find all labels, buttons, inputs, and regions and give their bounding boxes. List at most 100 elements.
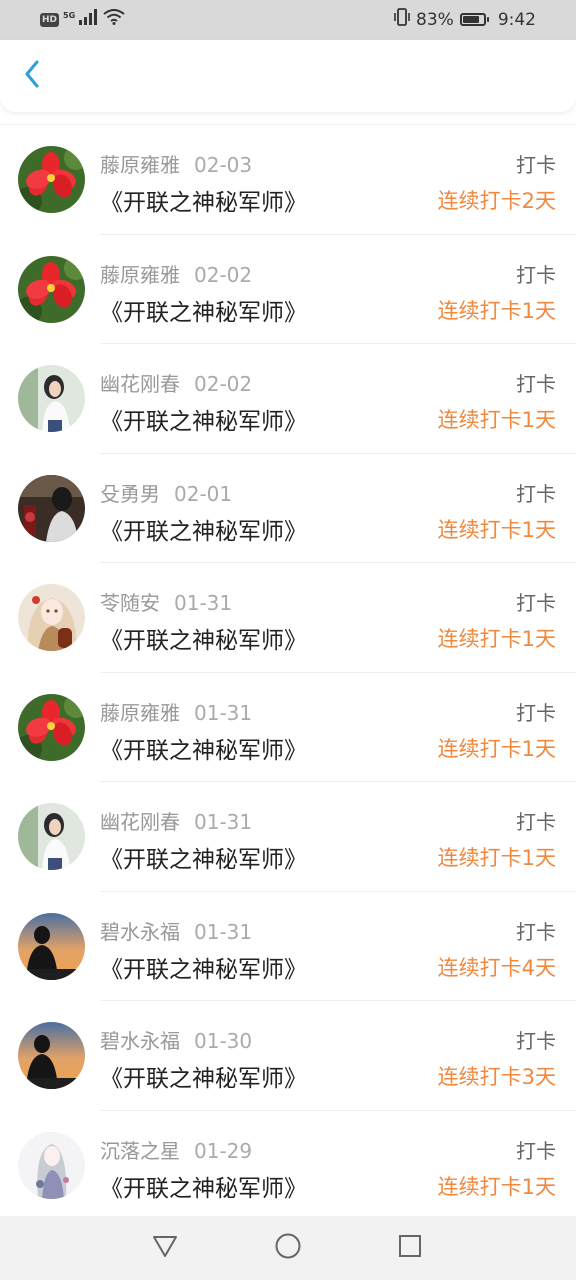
chevron-left-icon	[23, 59, 41, 93]
streak-label: 连续打卡3天	[437, 1065, 556, 1089]
avatar[interactable]	[18, 1022, 85, 1089]
battery-fill	[462, 16, 480, 23]
post-date: 02-01	[174, 481, 233, 506]
streak-label: 连续打卡2天	[437, 189, 556, 213]
streak-label: 连续打卡1天	[437, 736, 556, 761]
list-item[interactable]: 苓随安 01-31 《开联之神秘军师》 打卡连续打卡1天	[0, 563, 576, 673]
clock-time: 9:42	[497, 9, 536, 30]
streak-label: 连续打卡4天	[437, 955, 556, 980]
list-item[interactable]: 幽花刚春 01-31 《开联之神秘军师》 打卡连续打卡1天	[0, 782, 576, 892]
post-date: 02-03	[194, 153, 253, 177]
app-header	[0, 40, 576, 112]
user-name[interactable]: 碧水永福	[100, 920, 180, 944]
checkin-label: 打卡	[516, 1029, 556, 1053]
user-name-line: 藤原雍雅 01-31	[100, 697, 252, 726]
avatar[interactable]	[18, 803, 85, 870]
status-right: 83% 9:42	[394, 8, 536, 31]
post-date: 01-31	[194, 700, 253, 725]
avatar[interactable]	[18, 365, 85, 432]
post-date: 01-29	[194, 1138, 253, 1163]
list-item[interactable]: 碧水永福 01-30 《开联之神秘军师》 打卡连续打卡3天	[0, 1001, 576, 1111]
user-name[interactable]: 沉落之星	[100, 1139, 180, 1163]
book-title[interactable]: 《开联之神秘军师》	[100, 840, 307, 874]
user-name-line: 沉落之星 01-29	[100, 1135, 252, 1164]
avatar[interactable]	[18, 255, 85, 323]
post-date: 02-02	[194, 372, 253, 396]
user-name-line: 藤原雍雅 02-02	[100, 259, 252, 288]
avatar[interactable]	[18, 1131, 85, 1199]
user-name-line: 幽花刚春 01-31	[100, 806, 252, 835]
list-item[interactable]: 幽花刚春 02-02 《开联之神秘军师》 打卡连续打卡1天	[0, 344, 576, 454]
user-name[interactable]: 藤原雍雅	[100, 153, 180, 177]
streak-label: 连续打卡1天	[437, 1174, 556, 1199]
checkin-label: 打卡	[516, 262, 556, 287]
back-button[interactable]	[16, 60, 48, 92]
user-name[interactable]: 苓随安	[100, 591, 160, 615]
post-date: 02-02	[194, 262, 253, 287]
nav-home-button[interactable]	[273, 1233, 303, 1263]
system-nav-bar	[0, 1216, 576, 1280]
user-name[interactable]: 幽花刚春	[100, 372, 180, 396]
square-recents-icon	[397, 1233, 423, 1263]
nav-recents-button[interactable]	[395, 1233, 425, 1263]
avatar[interactable]	[18, 584, 85, 651]
streak-label: 连续打卡1天	[437, 408, 556, 432]
streak-label: 连续打卡1天	[437, 298, 556, 323]
list-item[interactable]: 殳勇男 02-01 《开联之神秘军师》 打卡连续打卡1天	[0, 454, 576, 564]
network-type: 5G	[63, 11, 76, 20]
book-title[interactable]: 《开联之神秘军师》	[100, 1169, 307, 1203]
post-date: 01-31	[194, 810, 253, 834]
book-title[interactable]: 《开联之神秘军师》	[100, 950, 307, 984]
user-name[interactable]: 殳勇男	[100, 482, 160, 506]
user-name-line: 碧水永福 01-30	[100, 1025, 252, 1054]
status-left: HD 5G	[40, 9, 125, 30]
book-title[interactable]: 《开联之神秘军师》	[100, 183, 307, 217]
nav-back-button[interactable]	[150, 1233, 180, 1263]
streak-label: 连续打卡1天	[437, 846, 556, 870]
user-name-line: 苓随安 01-31	[100, 587, 232, 616]
user-name[interactable]: 藤原雍雅	[100, 263, 180, 287]
user-name-line: 藤原雍雅 02-03	[100, 149, 252, 178]
checkin-label: 打卡	[516, 1138, 556, 1163]
book-title[interactable]: 《开联之神秘军师》	[100, 512, 307, 546]
list-item[interactable]: 碧水永福 01-31 《开联之神秘军师》 打卡连续打卡4天	[0, 892, 576, 1002]
post-date: 01-31	[194, 919, 253, 944]
post-date: 01-31	[174, 591, 233, 615]
signal-icon	[79, 9, 99, 30]
battery-percent: 83%	[416, 9, 454, 30]
triangle-back-icon	[151, 1233, 179, 1263]
user-name[interactable]: 藤原雍雅	[100, 701, 180, 725]
battery-icon	[459, 13, 489, 26]
checkin-label: 打卡	[516, 700, 556, 725]
wifi-icon	[103, 9, 125, 30]
book-title[interactable]: 《开联之神秘军师》	[100, 293, 307, 327]
vibrate-icon	[394, 8, 410, 31]
book-title[interactable]: 《开联之神秘军师》	[100, 731, 307, 765]
streak-label: 连续打卡1天	[437, 627, 556, 651]
checkin-label: 打卡	[516, 919, 556, 944]
avatar[interactable]	[18, 474, 85, 542]
book-title[interactable]: 《开联之神秘军师》	[100, 621, 307, 655]
streak-label: 连续打卡1天	[437, 517, 556, 542]
post-date: 01-30	[194, 1029, 253, 1053]
checkin-label: 打卡	[516, 591, 556, 615]
user-name-line: 幽花刚春 02-02	[100, 368, 252, 397]
list-item[interactable]: 藤原雍雅 01-31 《开联之神秘军师》 打卡连续打卡1天	[0, 673, 576, 783]
avatar[interactable]	[18, 146, 85, 213]
checkin-label: 打卡	[516, 481, 556, 506]
user-name[interactable]: 碧水永福	[100, 1029, 180, 1053]
user-name[interactable]: 幽花刚春	[100, 810, 180, 834]
status-bar: HD 5G 83% 9:42	[0, 0, 576, 40]
book-title[interactable]: 《开联之神秘军师》	[100, 1059, 307, 1093]
avatar[interactable]	[18, 693, 85, 761]
checkin-label: 打卡	[516, 810, 556, 834]
list-item[interactable]: 藤原雍雅 02-02 《开联之神秘军师》 打卡连续打卡1天	[0, 235, 576, 345]
hd-badge: HD	[40, 12, 60, 27]
user-name-line: 殳勇男 02-01	[100, 478, 232, 507]
list-item[interactable]: 藤原雍雅 02-03 《开联之神秘军师》 打卡 连续打卡2天	[0, 125, 576, 235]
user-name-line: 碧水永福 01-31	[100, 916, 252, 945]
book-title[interactable]: 《开联之神秘军师》	[100, 402, 307, 436]
avatar[interactable]	[18, 912, 85, 980]
list-item[interactable]: 沉落之星 01-29 《开联之神秘军师》 打卡连续打卡1天	[0, 1111, 576, 1221]
checkin-label: 打卡	[516, 372, 556, 396]
